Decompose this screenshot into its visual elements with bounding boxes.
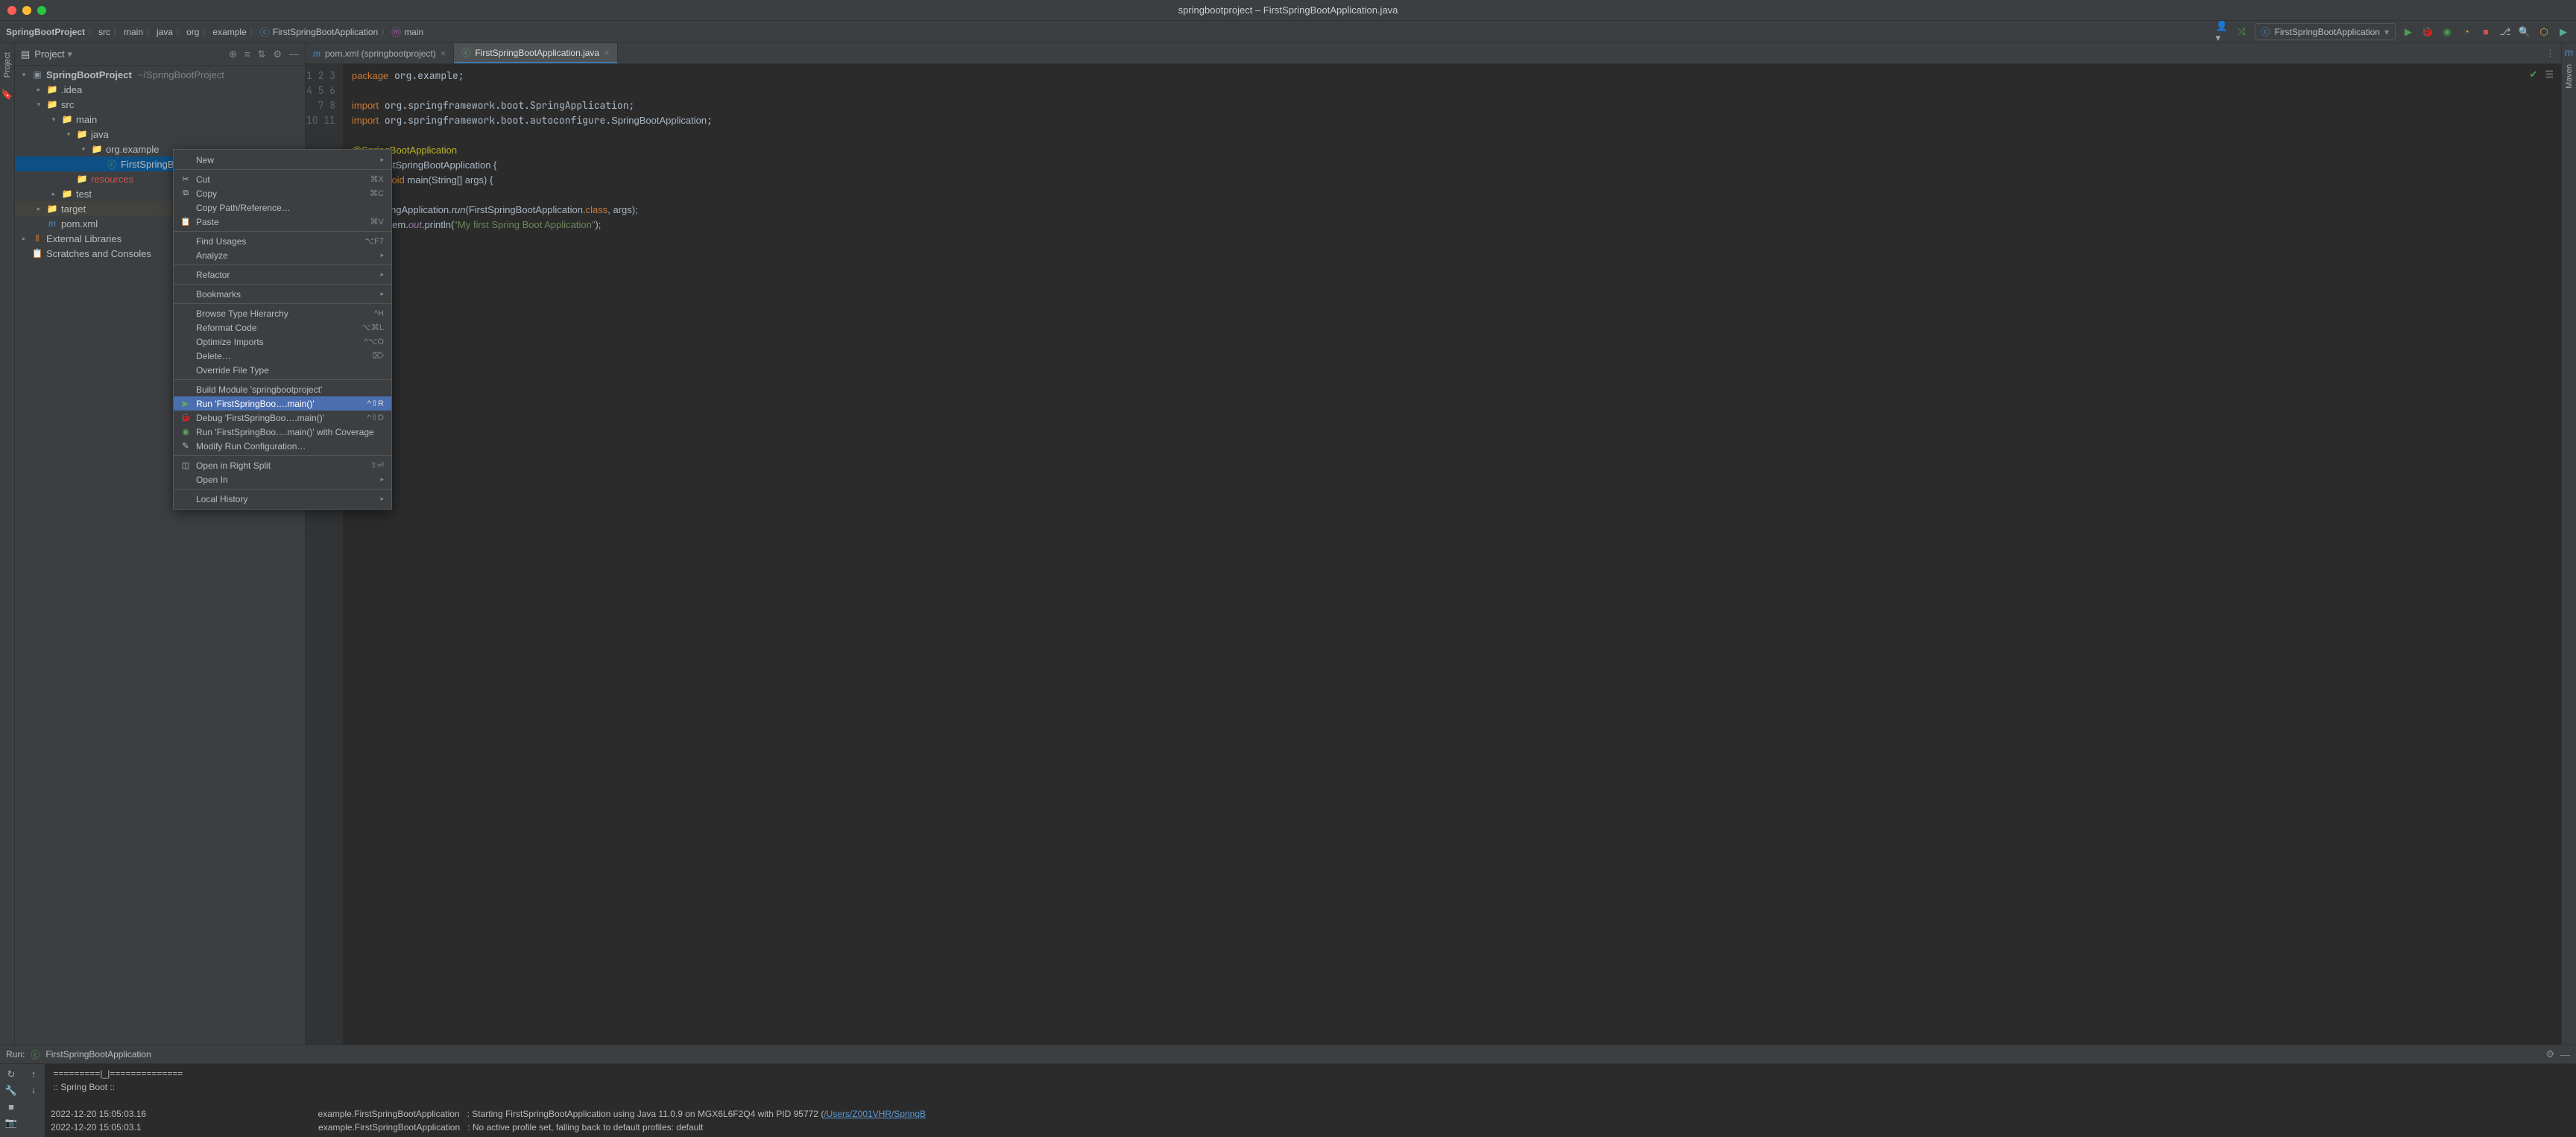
search-icon[interactable]: 🔍 bbox=[2518, 25, 2531, 39]
coverage-button[interactable]: ◉ bbox=[2440, 25, 2454, 39]
rerun-icon[interactable]: ↻ bbox=[7, 1068, 16, 1080]
navigation-bar: SpringBootProject〉 src〉 main〉 java〉 org〉… bbox=[0, 21, 2576, 43]
tree-folder-main[interactable]: ▾📁main bbox=[15, 112, 305, 127]
menu-bookmarks[interactable]: Bookmarks▸ bbox=[174, 287, 391, 301]
reader-mode-icon[interactable]: ☰ bbox=[2545, 69, 2554, 80]
menu-optimize[interactable]: Optimize Imports^⌥O bbox=[174, 335, 391, 349]
menu-build[interactable]: Build Module 'springbootproject' bbox=[174, 382, 391, 396]
menu-analyze[interactable]: Analyze▸ bbox=[174, 248, 391, 262]
breadcrumbs: SpringBootProject〉 src〉 main〉 java〉 org〉… bbox=[6, 25, 2216, 39]
inspection-ok-icon[interactable]: ✔ bbox=[2529, 69, 2537, 80]
menu-local-history[interactable]: Local History▸ bbox=[174, 492, 391, 506]
menu-copy-path[interactable]: Copy Path/Reference… bbox=[174, 200, 391, 215]
tab-label: pom.xml (springbootproject) bbox=[325, 48, 436, 59]
editor-tab-pom[interactable]: m pom.xml (springbootproject) × bbox=[306, 43, 454, 63]
menu-modify-run[interactable]: ✎Modify Run Configuration… bbox=[174, 439, 391, 453]
menu-reformat[interactable]: Reformat Code⌥⌘L bbox=[174, 320, 391, 335]
minimize-window-button[interactable] bbox=[22, 6, 31, 15]
console-output[interactable]: =========|_|============== :: Spring Boo… bbox=[45, 1064, 2576, 1137]
tabs-menu-icon[interactable]: ⋮ bbox=[2545, 48, 2555, 60]
breadcrumb-item[interactable]: java bbox=[157, 27, 173, 37]
expand-all-icon[interactable]: ≡ bbox=[244, 48, 250, 60]
ide-updates-icon[interactable]: ⬡ bbox=[2537, 25, 2551, 39]
close-tab-icon[interactable]: × bbox=[441, 48, 446, 59]
run-label: Run: bbox=[6, 1049, 25, 1060]
vcs-icon[interactable]: ⎇ bbox=[2498, 25, 2512, 39]
up-icon[interactable]: ↑ bbox=[31, 1068, 37, 1080]
run-configuration-select[interactable]: ⓒ FirstSpringBootApplication ▾ bbox=[2255, 23, 2396, 40]
run-config-label: FirstSpringBootApplication bbox=[2275, 27, 2380, 37]
editor-tab-app[interactable]: ⓒ FirstSpringBootApplication.java × bbox=[454, 43, 617, 63]
down-icon[interactable]: ↓ bbox=[31, 1084, 37, 1095]
debug-button[interactable]: 🐞 bbox=[2421, 25, 2434, 39]
camera-icon[interactable]: 📷 bbox=[5, 1117, 17, 1129]
tree-root[interactable]: ▾▣SpringBootProject~/SpringBootProject bbox=[15, 67, 305, 82]
build-icon[interactable]: ⤨ bbox=[2235, 25, 2249, 39]
breadcrumb-item[interactable]: FirstSpringBootApplication bbox=[273, 27, 378, 37]
run-settings-icon[interactable]: ⚙ bbox=[2545, 1048, 2554, 1060]
menu-new[interactable]: New▸ bbox=[174, 153, 391, 167]
context-menu: New▸ ✂Cut⌘X ⧉Copy⌘C Copy Path/Reference…… bbox=[173, 149, 392, 510]
close-window-button[interactable] bbox=[7, 6, 16, 15]
menu-browse-hierarchy[interactable]: Browse Type Hierarchy^H bbox=[174, 306, 391, 320]
breadcrumb-item[interactable]: main bbox=[404, 27, 423, 37]
menu-cut[interactable]: ✂Cut⌘X bbox=[174, 172, 391, 186]
profile-button[interactable]: ◔ bbox=[2460, 25, 2473, 39]
bookmarks-tool-icon[interactable]: 🔖 bbox=[1, 88, 14, 101]
menu-delete[interactable]: Delete…⌦ bbox=[174, 349, 391, 363]
left-tool-gutter: Project 🔖 bbox=[0, 43, 15, 1045]
menu-paste[interactable]: 📋Paste⌘V bbox=[174, 215, 391, 229]
editor-area: m pom.xml (springbootproject) × ⓒ FirstS… bbox=[306, 43, 2561, 1045]
menu-debug[interactable]: 🐞Debug 'FirstSpringBoo….main()'^⇧D bbox=[174, 411, 391, 425]
run-tool-window: Run: ⓒ FirstSpringBootApplication ⚙ — ↻ … bbox=[0, 1045, 2576, 1137]
maven-tool-icon[interactable]: m bbox=[2565, 46, 2574, 58]
minimize-icon[interactable]: — bbox=[289, 48, 299, 60]
tab-label: FirstSpringBootApplication.java bbox=[475, 48, 599, 58]
breadcrumb-item[interactable]: example bbox=[212, 27, 246, 37]
settings-icon[interactable]: ⚙ bbox=[273, 48, 282, 60]
project-tool-tab[interactable]: Project bbox=[1, 46, 13, 83]
select-opened-file-icon[interactable]: ⊕ bbox=[229, 48, 237, 60]
project-panel-icon: ▤ bbox=[21, 48, 30, 60]
breadcrumb-item[interactable]: org bbox=[186, 27, 199, 37]
wrench-icon[interactable]: 🔧 bbox=[5, 1085, 17, 1097]
maven-tool-tab[interactable]: Maven bbox=[2563, 58, 2575, 95]
menu-coverage[interactable]: ◉Run 'FirstSpringBoo….main()' with Cover… bbox=[174, 425, 391, 439]
menu-run[interactable]: ▶Run 'FirstSpringBoo….main()'^⇧R bbox=[174, 396, 391, 411]
tree-folder-java[interactable]: ▾📁java bbox=[15, 127, 305, 142]
run-config-name: FirstSpringBootApplication bbox=[45, 1049, 151, 1060]
add-user-icon[interactable]: 👤▾ bbox=[2216, 25, 2229, 39]
editor-tabs: m pom.xml (springbootproject) × ⓒ FirstS… bbox=[306, 43, 2561, 64]
close-tab-icon[interactable]: × bbox=[604, 47, 610, 58]
breadcrumb-item[interactable]: main bbox=[124, 27, 143, 37]
title-bar: springbootproject – FirstSpringBootAppli… bbox=[0, 0, 2576, 21]
menu-open-in[interactable]: Open In▸ bbox=[174, 472, 391, 487]
window-title: springbootproject – FirstSpringBootAppli… bbox=[1178, 4, 1398, 16]
code-editor[interactable]: package org.example; import org.springfr… bbox=[343, 64, 2561, 1045]
menu-copy[interactable]: ⧉Copy⌘C bbox=[174, 186, 391, 200]
project-panel-title: Project bbox=[34, 48, 64, 60]
tree-folder-idea[interactable]: ▸📁.idea bbox=[15, 82, 305, 97]
menu-open-split[interactable]: ◫Open in Right Split⇧⏎ bbox=[174, 458, 391, 472]
run-button[interactable]: ▶ bbox=[2402, 25, 2415, 39]
stop-run-icon[interactable]: ■ bbox=[8, 1101, 14, 1112]
menu-refactor[interactable]: Refactor▸ bbox=[174, 267, 391, 282]
maximize-window-button[interactable] bbox=[37, 6, 46, 15]
stop-button[interactable]: ■ bbox=[2479, 25, 2493, 39]
right-tool-gutter: m Maven bbox=[2561, 43, 2576, 1045]
code-with-me-icon[interactable]: ▶ bbox=[2557, 25, 2570, 39]
tree-folder-src[interactable]: ▾📁src bbox=[15, 97, 305, 112]
collapse-all-icon[interactable]: ⇅ bbox=[257, 48, 265, 60]
menu-find-usages[interactable]: Find Usages⌥F7 bbox=[174, 234, 391, 248]
menu-override[interactable]: Override File Type bbox=[174, 363, 391, 377]
run-minimize-icon[interactable]: — bbox=[2560, 1049, 2570, 1060]
breadcrumb-item[interactable]: SpringBootProject bbox=[6, 27, 85, 37]
breadcrumb-item[interactable]: src bbox=[98, 27, 110, 37]
